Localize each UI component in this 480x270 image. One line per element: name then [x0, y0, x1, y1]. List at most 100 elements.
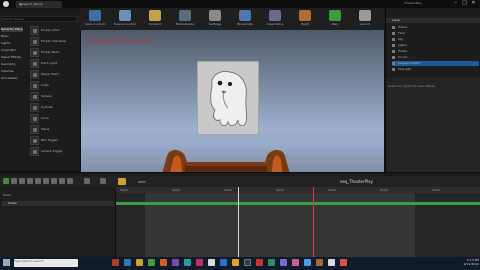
outliner-row[interactable]: Sky — [392, 37, 479, 42]
toolbar-source-control-button[interactable]: Source Control — [114, 10, 136, 29]
search-icon[interactable] — [11, 178, 17, 184]
category-geometry[interactable]: Geometry — [1, 62, 23, 67]
playback-icon[interactable] — [118, 178, 126, 185]
list-item[interactable]: Player Start — [30, 70, 78, 79]
category-basic[interactable]: Basic — [1, 34, 23, 39]
taskbar-search-input[interactable]: Type here to search — [14, 259, 78, 267]
outliner-row[interactable]: Scene — [392, 25, 479, 30]
content-icon — [149, 10, 161, 21]
category-visual-effects[interactable]: Visual Effects — [1, 55, 23, 60]
category-all-classes[interactable]: All Classes — [1, 76, 23, 81]
list-item[interactable]: Sphere Trigger — [30, 147, 78, 156]
toolbar-settings-button[interactable]: Settings — [204, 10, 226, 29]
taskbar-app-icon[interactable] — [136, 259, 143, 266]
transport-icon[interactable] — [67, 178, 73, 184]
current-frame[interactable]: 0057 — [138, 180, 146, 184]
list-item[interactable]: Plane — [30, 125, 78, 134]
taskbar-app-icon[interactable] — [208, 259, 215, 266]
taskbar-app-icon[interactable] — [232, 259, 239, 266]
list-item[interactable]: Point Light — [30, 59, 78, 68]
taskbar-app-icon[interactable] — [196, 259, 203, 266]
list-item[interactable]: Cylinder — [30, 103, 78, 112]
toolbar-button-label: Cinematics — [266, 22, 284, 26]
unreal-logo-icon[interactable] — [3, 1, 9, 7]
toolbar-button-label: Settings — [208, 22, 222, 26]
taskbar-app-icon[interactable] — [184, 259, 191, 266]
toolbar-play-button[interactable]: Play — [324, 10, 346, 29]
taskbar-app-icon[interactable] — [160, 259, 167, 266]
ruler-label: 0025 — [172, 188, 180, 192]
snap-icon[interactable] — [43, 178, 49, 184]
search-classes-input[interactable]: Search Classes — [2, 17, 76, 21]
taskbar-app-icon[interactable] — [280, 259, 287, 266]
toolbar-marketplace-button[interactable]: Marketplace — [174, 10, 196, 29]
outliner-row[interactable]: Couch — [392, 55, 479, 60]
toolbar-build-button[interactable]: Build — [294, 10, 316, 29]
level-tab[interactable]: Viewport_Nurse × — [16, 1, 62, 8]
taskbar-app-icon[interactable] — [172, 259, 179, 266]
playhead[interactable] — [238, 187, 239, 257]
list-item[interactable]: Box Trigger — [30, 136, 78, 145]
outliner-header: Label — [386, 18, 480, 23]
taskbar-clock[interactable]: 5:13 PM 9/11/2020 — [451, 258, 479, 266]
taskbar-app-icon[interactable] — [112, 259, 119, 266]
level-viewport[interactable]: LIGHTING NEEDS TO BE REBUILT — [81, 30, 384, 173]
track-row[interactable]: Poster — [2, 201, 114, 206]
list-item[interactable]: Cube — [30, 81, 78, 90]
toolbar-launch-button[interactable]: Launch — [354, 10, 376, 29]
list-item[interactable]: Cone — [30, 114, 78, 123]
outliner-row-selected[interactable]: SequenceActor — [392, 61, 479, 66]
folder-icon — [392, 26, 395, 29]
save-sequence-icon[interactable] — [3, 178, 9, 184]
actor-icon — [392, 38, 395, 41]
camera-icon[interactable] — [19, 178, 25, 184]
couch-actor[interactable] — [161, 144, 291, 173]
list-item[interactable]: Empty Character — [30, 37, 78, 46]
taskbar-app-icon[interactable] — [292, 259, 299, 266]
maximize-button[interactable]: □ — [461, 0, 468, 7]
windows-start-icon[interactable] — [3, 259, 10, 266]
working-range-bar[interactable] — [116, 202, 480, 205]
toolbar-save-button[interactable]: Save Current — [84, 10, 106, 29]
taskbar-app-icon[interactable] — [124, 259, 131, 266]
list-item[interactable]: Empty Pawn — [30, 48, 78, 57]
toolbar-button-label: Play — [331, 22, 339, 26]
close-window-button[interactable]: ✕ — [470, 0, 477, 7]
minimize-button[interactable]: – — [452, 0, 459, 7]
taskbar-app-icon[interactable] — [268, 259, 275, 266]
outliner-row[interactable]: Lights — [392, 43, 479, 48]
outliner-row[interactable]: SkyLight — [392, 67, 479, 72]
taskbar-app-icon[interactable] — [316, 259, 323, 266]
loop-icon[interactable] — [84, 178, 90, 184]
toolbar-button-label: Save Current — [85, 22, 105, 26]
settings-icon[interactable] — [35, 178, 41, 184]
taskbar-app-icon[interactable] — [148, 259, 155, 266]
outliner-row[interactable]: Floor — [392, 31, 479, 36]
toolbar-content-button[interactable]: Content — [144, 10, 166, 29]
settings-icon — [209, 10, 221, 21]
category-recently-placed[interactable]: Recently Placed — [1, 27, 23, 32]
playback-end-marker[interactable] — [313, 187, 314, 257]
close-tab-icon[interactable]: × — [19, 2, 60, 7]
ruler-label: 0100 — [328, 188, 336, 192]
taskbar-app-icon[interactable] — [304, 259, 311, 266]
toolbar-cinematics-button[interactable]: Cinematics — [264, 10, 286, 29]
category-lights[interactable]: Lights — [1, 41, 23, 46]
category-volumes[interactable]: Volumes — [1, 69, 23, 74]
outliner-row[interactable]: Poster — [392, 49, 479, 54]
category-cinematic[interactable]: Cinematic — [1, 48, 23, 53]
taskbar-app-icon[interactable] — [256, 259, 263, 266]
list-item[interactable]: Empty Actor — [30, 26, 78, 35]
poster-actor[interactable] — [197, 61, 259, 135]
taskbar-app-icon[interactable] — [220, 259, 227, 266]
list-item[interactable]: Sphere — [30, 92, 78, 101]
taskbar-app-icon[interactable] — [340, 259, 347, 266]
options-icon[interactable] — [100, 178, 106, 184]
curve-icon[interactable] — [59, 178, 65, 184]
taskbar-app-icon[interactable] — [328, 259, 335, 266]
key-icon[interactable] — [51, 178, 57, 184]
actor-thumbnail-icon — [30, 103, 39, 112]
render-icon[interactable] — [27, 178, 33, 184]
toolbar-blueprints-button[interactable]: Blueprints — [234, 10, 256, 29]
taskbar-app-icon[interactable] — [244, 259, 251, 266]
